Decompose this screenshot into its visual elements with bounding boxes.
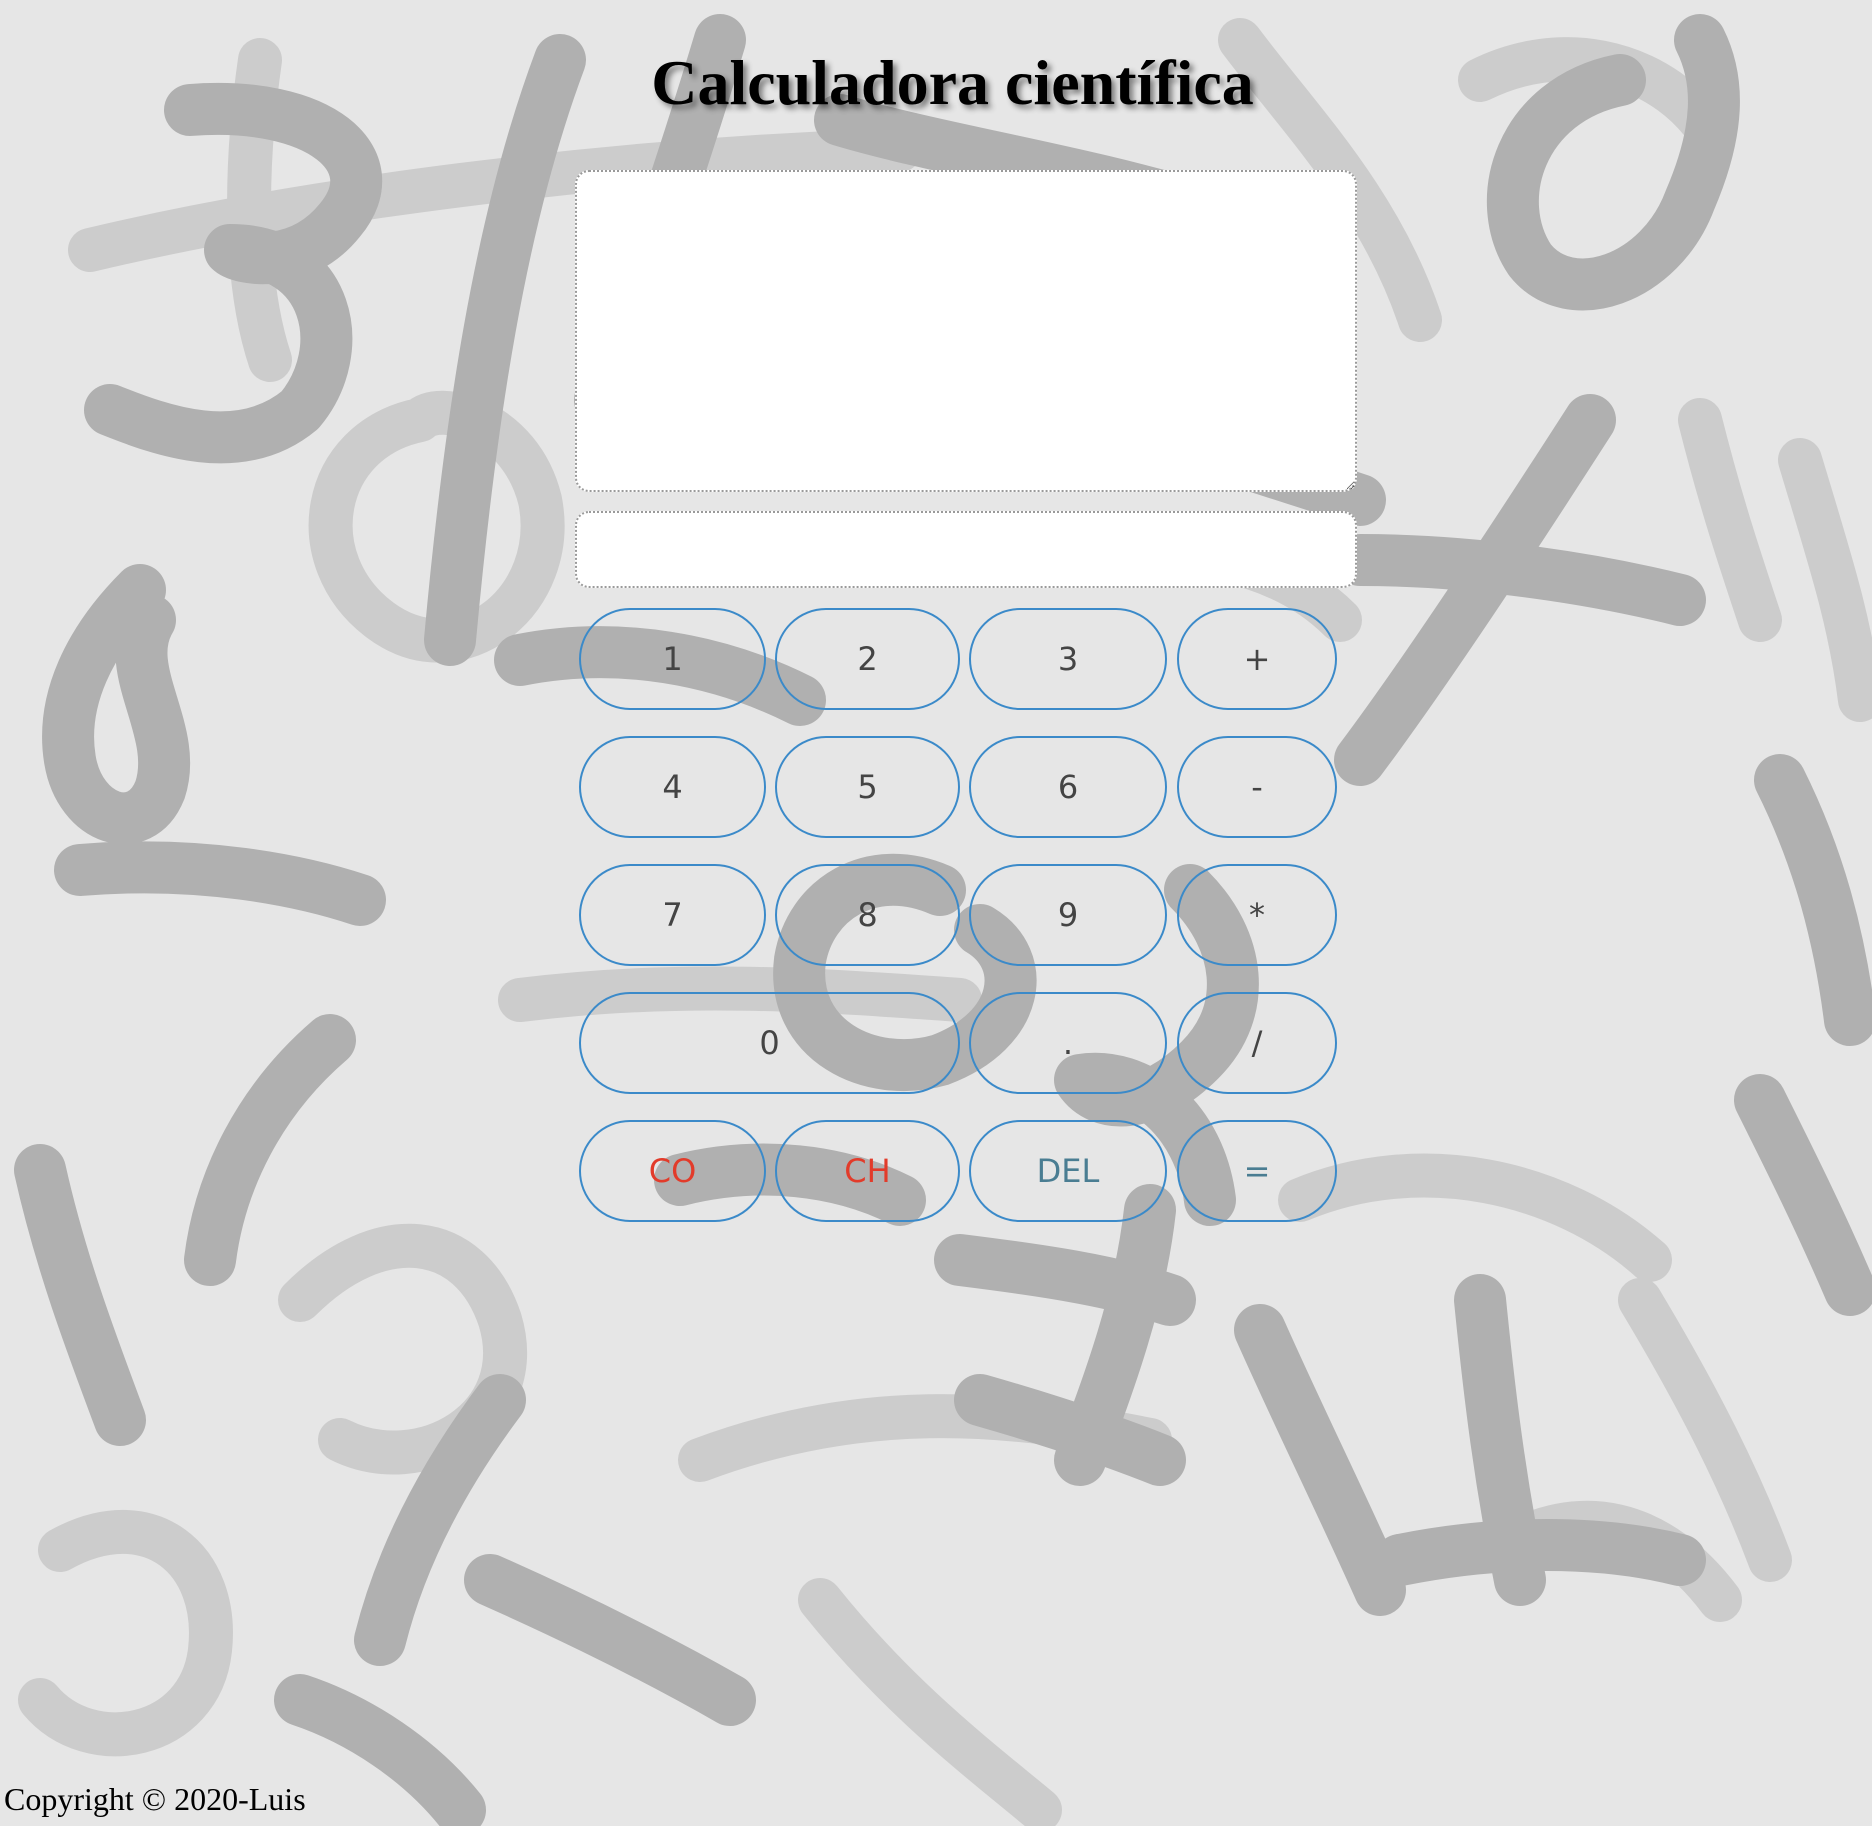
key-1-button[interactable]: 1 bbox=[579, 608, 766, 710]
page-title: Calculadora científica bbox=[651, 47, 1254, 118]
key-co-button[interactable]: CO bbox=[579, 1120, 766, 1222]
key-equals-button[interactable]: = bbox=[1177, 1120, 1337, 1222]
key-5-button[interactable]: 5 bbox=[775, 736, 960, 838]
history-display[interactable] bbox=[575, 170, 1357, 492]
key-8-button[interactable]: 8 bbox=[775, 864, 960, 966]
key-6-button[interactable]: 6 bbox=[969, 736, 1167, 838]
key-decimal-button[interactable]: . bbox=[969, 992, 1167, 1094]
key-2-button[interactable]: 2 bbox=[775, 608, 960, 710]
key-3-button[interactable]: 3 bbox=[969, 608, 1167, 710]
key-plus-button[interactable]: + bbox=[1177, 608, 1337, 710]
key-0-button[interactable]: 0 bbox=[579, 992, 960, 1094]
key-7-button[interactable]: 7 bbox=[579, 864, 766, 966]
key-ch-button[interactable]: CH bbox=[775, 1120, 960, 1222]
key-divide-button[interactable]: / bbox=[1177, 992, 1337, 1094]
copyright-footer: Copyright © 2020-Luis bbox=[4, 1781, 306, 1817]
key-9-button[interactable]: 9 bbox=[969, 864, 1167, 966]
key-4-button[interactable]: 4 bbox=[579, 736, 766, 838]
key-del-button[interactable]: DEL bbox=[969, 1120, 1167, 1222]
key-minus-button[interactable]: - bbox=[1177, 736, 1337, 838]
key-multiply-button[interactable]: * bbox=[1177, 864, 1337, 966]
entry-display[interactable] bbox=[575, 511, 1357, 588]
